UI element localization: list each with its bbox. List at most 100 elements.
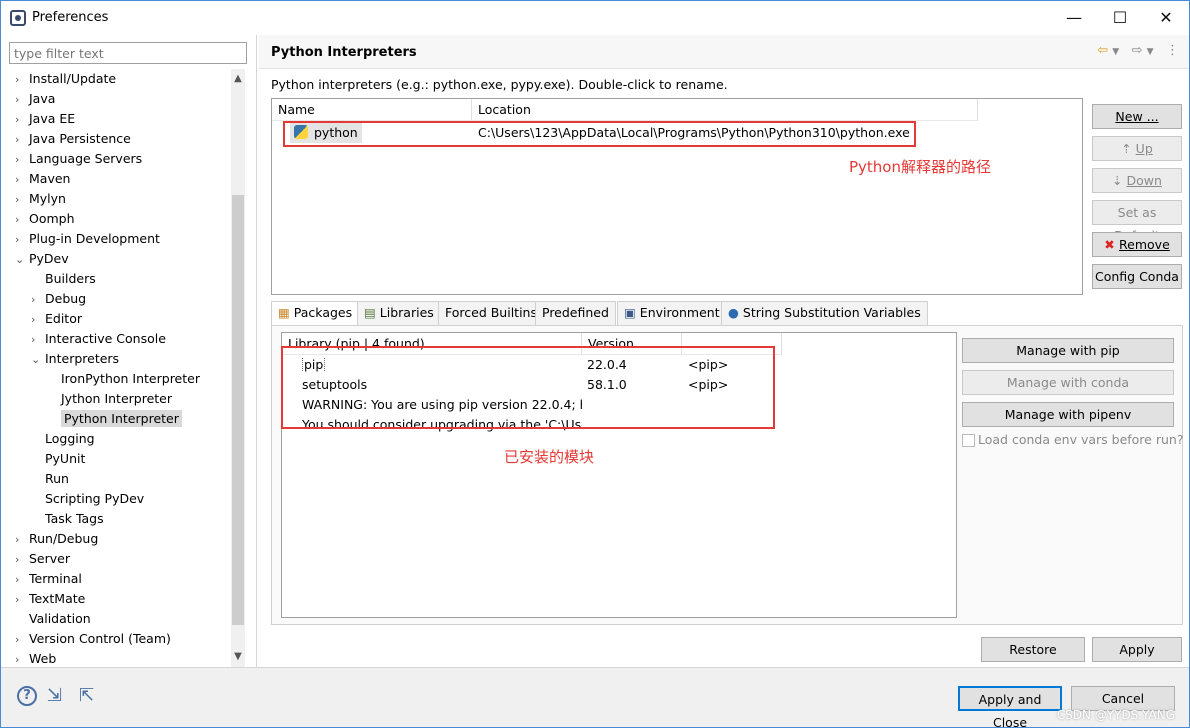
chevron-icon[interactable]: › (15, 70, 29, 90)
sidebar-item[interactable]: IronPython Interpreter (47, 369, 200, 389)
chevron-icon[interactable]: › (31, 330, 45, 350)
chevron-icon[interactable]: › (15, 170, 29, 190)
sidebar-item[interactable]: › Interactive Console (31, 329, 166, 349)
chevron-icon[interactable]: › (15, 90, 29, 110)
sidebar-item[interactable]: › Maven (15, 169, 70, 189)
sidebar-item[interactable]: PyUnit (31, 449, 85, 469)
remove-button[interactable]: ✖ Remove (1092, 232, 1182, 257)
manage-with-conda-button[interactable]: Manage with conda (962, 370, 1174, 395)
chevron-icon[interactable]: › (15, 530, 29, 550)
tab-libraries[interactable]: ▤ Libraries (357, 301, 441, 325)
sidebar-item[interactable]: › Debug (31, 289, 86, 309)
sidebar-item[interactable]: ⌄ Interpreters (31, 349, 119, 369)
sidebar-item[interactable]: Validation (15, 609, 91, 629)
chevron-icon[interactable]: › (15, 190, 29, 210)
sidebar-item[interactable]: › Language Servers (15, 149, 142, 169)
forward-arrow-icon[interactable]: ⇨ (1132, 43, 1143, 58)
chevron-icon[interactable]: › (15, 210, 29, 230)
scroll-up-arrow-icon[interactable]: ▲ (231, 71, 245, 87)
import-icon[interactable]: ⇲ (47, 686, 69, 706)
sidebar-item[interactable]: › Plug-in Development (15, 229, 160, 249)
close-window-button[interactable]: ✕ (1143, 5, 1189, 31)
remove-x-icon: ✖ (1104, 237, 1120, 252)
minimize-button[interactable]: — (1051, 5, 1097, 31)
description-text: Python interpreters (e.g.: python.exe, p… (271, 77, 728, 92)
sidebar-item[interactable]: ⌄ PyDev (15, 249, 69, 269)
new-interpreter-button[interactable]: New ... (1092, 104, 1182, 129)
sidebar-item[interactable]: › Java EE (15, 109, 75, 129)
sidebar-item[interactable]: Scripting PyDev (31, 489, 144, 509)
sidebar-item-label: Java Persistence (29, 131, 131, 146)
sidebar-item-label: Debug (45, 291, 87, 306)
tab-forced-builtins[interactable]: Forced Builtins (438, 301, 544, 325)
sidebar-item[interactable]: › Terminal (15, 569, 82, 589)
sidebar-item-label: Task Tags (45, 511, 104, 526)
sidebar-item[interactable]: › Server (15, 549, 70, 569)
sidebar-item[interactable]: Run (31, 469, 69, 489)
chevron-icon[interactable]: › (15, 590, 29, 610)
chevron-icon[interactable]: › (15, 230, 29, 250)
filter-input[interactable] (9, 42, 247, 64)
config-conda-button[interactable]: Config Conda (1092, 264, 1182, 289)
sidebar-item[interactable]: › Run/Debug (15, 529, 98, 549)
tab-string-substitution[interactable]: ● String Substitution Variables (721, 301, 928, 325)
sidebar-item[interactable]: › Install/Update (15, 69, 116, 89)
column-header-name[interactable]: Name (272, 99, 472, 121)
maximize-button[interactable]: ☐ (1097, 5, 1143, 31)
chevron-icon[interactable]: ⌄ (31, 350, 45, 370)
sidebar-item-label: Maven (29, 171, 71, 186)
sidebar-item[interactable]: Logging (31, 429, 95, 449)
chevron-icon[interactable]: ⌄ (15, 250, 29, 270)
sidebar-item[interactable]: › Java Persistence (15, 129, 131, 149)
sidebar-item[interactable]: › Version Control (Team) (15, 629, 171, 649)
annotation-box-path (283, 121, 916, 147)
load-conda-env-checkbox[interactable] (962, 434, 975, 447)
manage-with-pipenv-button[interactable]: Manage with pipenv (962, 402, 1174, 427)
apply-and-close-button[interactable]: Apply and Close (958, 686, 1062, 728)
chevron-icon[interactable]: › (15, 630, 29, 650)
sidebar-item-label: Builders (45, 271, 96, 286)
sidebar-scroll-thumb[interactable] (232, 195, 244, 625)
restore-defaults-button[interactable]: Restore Defaults (981, 637, 1085, 680)
sidebar-item[interactable]: › Oomph (15, 209, 75, 229)
sidebar-item[interactable]: Python Interpreter (47, 409, 182, 429)
tab-environment[interactable]: ▣ Environment (617, 301, 727, 325)
view-menu-icon[interactable]: ⋮ (1166, 43, 1179, 58)
help-icon[interactable]: ? (17, 686, 37, 706)
annotation-box-modules (281, 346, 775, 429)
sidebar-item-label: Run/Debug (29, 531, 99, 546)
apply-button[interactable]: Apply (1092, 637, 1182, 662)
eclipse-app-icon (10, 10, 26, 26)
sidebar-item[interactable]: › Mylyn (15, 189, 66, 209)
chevron-icon[interactable]: › (15, 570, 29, 590)
tab-packages[interactable]: ▦ Packages (271, 301, 360, 327)
move-down-button[interactable]: ⇣ Down (1092, 168, 1182, 193)
sidebar-item[interactable]: › Web (15, 649, 56, 669)
chevron-icon[interactable]: › (15, 150, 29, 170)
manage-with-pip-button[interactable]: Manage with pip (962, 338, 1174, 363)
back-arrow-icon[interactable]: ⇦ (1097, 43, 1108, 58)
sidebar-item[interactable]: › Editor (31, 309, 82, 329)
back-dropdown-icon[interactable]: ▼ (1112, 47, 1119, 57)
chevron-icon[interactable]: › (15, 130, 29, 150)
sidebar-item[interactable]: Jython Interpreter (47, 389, 172, 409)
chevron-icon[interactable]: › (31, 310, 45, 330)
scroll-down-arrow-icon[interactable]: ▼ (231, 649, 245, 665)
annotation-path-note: Python解释器的路径 (849, 158, 991, 176)
chevron-icon[interactable]: › (15, 110, 29, 130)
sidebar-item-label: Editor (45, 311, 82, 326)
sidebar-item-label: Interactive Console (45, 331, 166, 346)
chevron-icon[interactable]: › (15, 550, 29, 570)
sidebar-item[interactable]: Task Tags (31, 509, 104, 529)
chevron-icon[interactable]: › (31, 290, 45, 310)
sidebar-item[interactable]: Builders (31, 269, 96, 289)
move-up-button[interactable]: ⇡ Up (1092, 136, 1182, 161)
column-header-location[interactable]: Location (472, 99, 978, 121)
sidebar-item[interactable]: › Java (15, 89, 55, 109)
set-as-default-button[interactable]: Set as Default (1092, 200, 1182, 243)
tab-predefined[interactable]: Predefined (535, 301, 616, 325)
forward-dropdown-icon[interactable]: ▼ (1147, 47, 1154, 57)
packages-tab-content: Library (pip | 4 found) Version pip 22.0… (271, 325, 1183, 625)
export-icon[interactable]: ⇱ (79, 686, 101, 706)
sidebar-item[interactable]: › TextMate (15, 589, 85, 609)
